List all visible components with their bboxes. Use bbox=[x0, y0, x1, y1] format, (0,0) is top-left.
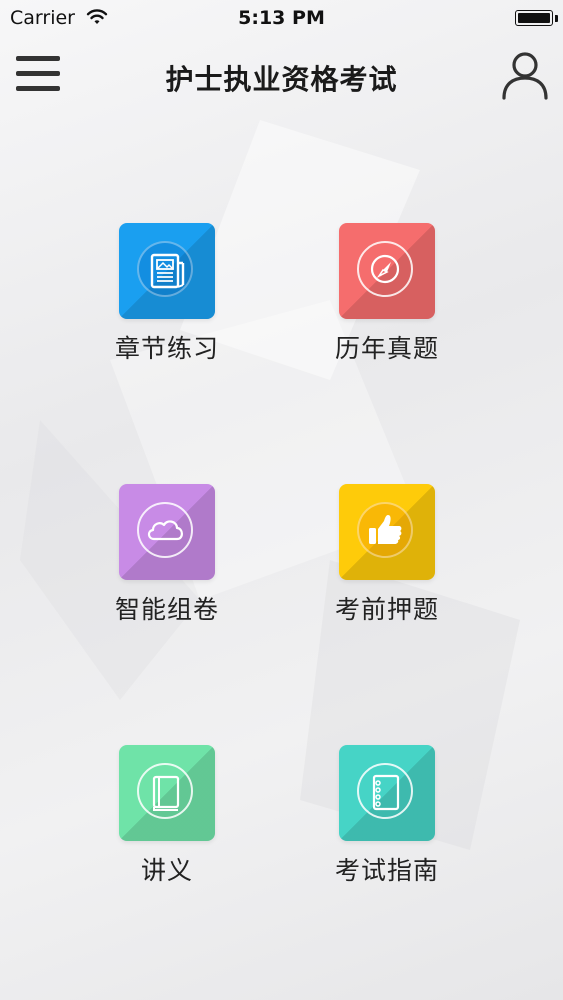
tile-chapter-practice[interactable]: 章节练习 bbox=[77, 223, 257, 403]
compass-icon bbox=[370, 254, 400, 284]
tile-pre-exam-icon-box bbox=[339, 484, 435, 580]
status-bar: Carrier 5:13 PM bbox=[0, 0, 563, 38]
book-icon bbox=[152, 775, 180, 811]
cloud-icon bbox=[147, 520, 183, 541]
page-title: 护士执业资格考试 bbox=[165, 63, 398, 96]
tile-exam-guide[interactable]: 考试指南 bbox=[297, 745, 477, 925]
tile-label: 历年真题 bbox=[334, 334, 439, 363]
tile-lecture-notes[interactable]: 讲义 bbox=[77, 745, 257, 925]
user-profile-icon[interactable] bbox=[501, 50, 549, 100]
tile-label: 讲义 bbox=[140, 856, 193, 885]
tile-past-exams-icon-box bbox=[339, 223, 435, 319]
navigation-bar: 护士执业资格考试 bbox=[0, 38, 563, 114]
tile-smart-paper[interactable]: 智能组卷 bbox=[77, 484, 257, 664]
status-time: 5:13 PM bbox=[238, 7, 325, 29]
tile-label: 考试指南 bbox=[334, 856, 439, 885]
battery-tip bbox=[555, 15, 558, 22]
tile-smart-paper-icon-box bbox=[119, 484, 215, 580]
notebook-icon bbox=[372, 774, 400, 811]
tile-label: 考前押题 bbox=[334, 595, 439, 624]
tile-lecture-notes-icon-box bbox=[119, 745, 215, 841]
battery-icon bbox=[515, 10, 553, 26]
thumbs-up-icon bbox=[369, 515, 402, 544]
tile-label: 智能组卷 bbox=[114, 595, 219, 624]
tile-label: 章节练习 bbox=[114, 334, 219, 363]
tile-past-exams[interactable]: 历年真题 bbox=[297, 223, 477, 403]
tile-pre-exam-predictions[interactable]: 考前押题 bbox=[297, 484, 477, 664]
tile-exam-guide-icon-box bbox=[339, 745, 435, 841]
tile-chapter-practice-icon-box bbox=[119, 223, 215, 319]
newspaper-icon bbox=[150, 253, 185, 289]
